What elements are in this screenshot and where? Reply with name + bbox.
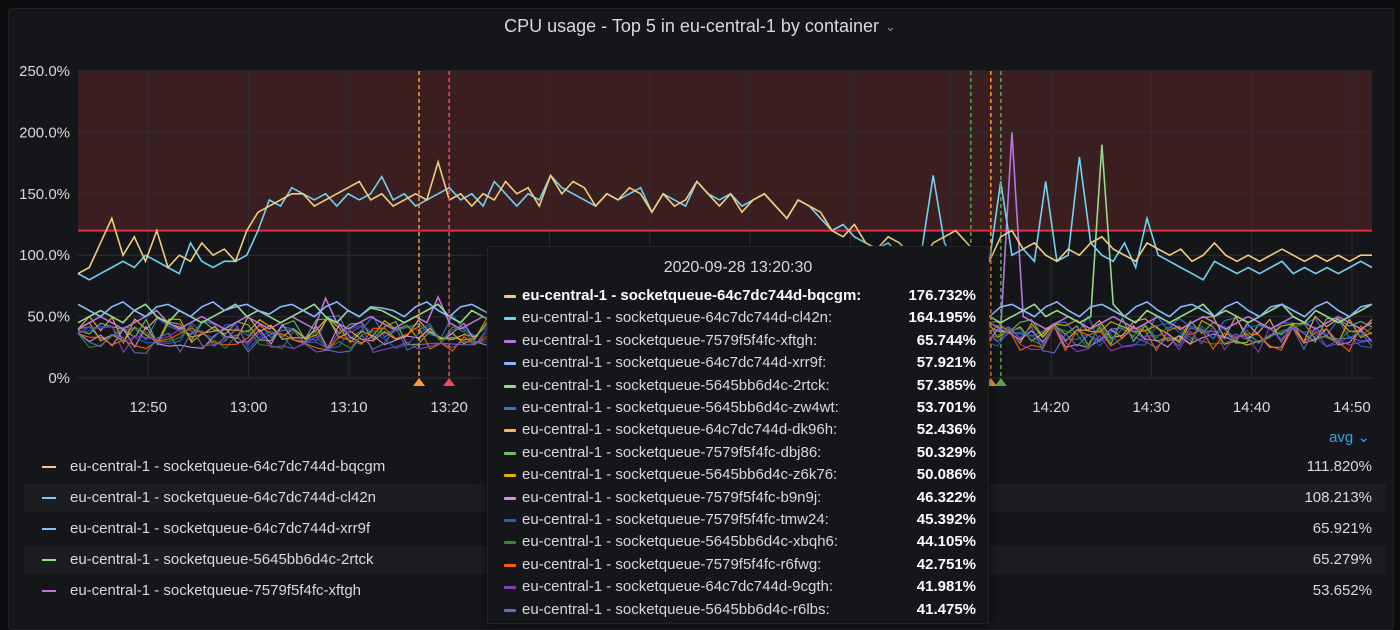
tooltip-swatch [504,519,516,522]
tooltip-series-value: 65.744% [916,331,976,349]
hover-tooltip: 2020-09-28 13:20:30 eu-central-1 - socke… [487,246,989,624]
legend-avg-value: 65.279% [1312,551,1372,568]
tooltip-swatch [504,407,516,410]
tooltip-swatch [504,586,516,590]
tooltip-series-name: eu-central-1 - socketqueue-7579f5f4fc-xf… [522,331,818,349]
tooltip-series-name: eu-central-1 - socketqueue-7579f5f4fc-tm… [522,511,829,528]
tooltip-row: eu-central-1 - socketqueue-7579f5f4fc-db… [502,442,976,464]
annotation-marker [443,378,456,386]
tooltip-row: eu-central-1 - socketqueue-64c7dc744d-dk… [502,419,976,441]
tooltip-series-name: eu-central-1 - socketqueue-7579f5f4fc-b9… [522,488,822,506]
x-tick-label: 14:20 [1032,399,1070,416]
tooltip-series-name: eu-central-1 - socketqueue-5645bb6d4c-xb… [522,533,839,551]
tooltip-series-name: eu-central-1 - socketqueue-7579f5f4fc-r6… [522,555,822,573]
tooltip-series-value: 50.086% [916,466,976,484]
legend-avg-value: 111.820% [1306,458,1372,475]
tooltip-series-name: eu-central-1 - socketqueue-64c7dc744d-xr… [522,354,827,372]
tooltip-row: eu-central-1 - socketqueue-5645bb6d4c-z6… [502,464,976,486]
legend-swatch [42,559,56,561]
tooltip-swatch [504,608,516,612]
tooltip-row: eu-central-1 - socketqueue-64c7dc744d-9c… [502,576,976,598]
tooltip-row: eu-central-1 - socketqueue-7579f5f4fc-xf… [502,330,976,352]
legend-sort-avg[interactable]: avg ⌄ [1329,428,1370,446]
legend-swatch [42,590,56,592]
tooltip-swatch [504,474,516,478]
x-tick-label: 12:50 [129,399,167,416]
y-tick-label: 50.0% [27,309,70,326]
x-tick-label: 14:50 [1333,399,1371,416]
tooltip-row: eu-central-1 - socketqueue-5645bb6d4c-zw… [502,397,976,419]
annotation-marker [413,378,426,386]
tooltip-series-value: 176.732% [908,287,976,304]
tooltip-swatch [504,429,516,433]
y-tick-label: 200.0% [19,124,70,141]
legend-swatch [42,466,56,468]
tooltip-row: eu-central-1 - socketqueue-7579f5f4fc-b9… [502,487,976,509]
legend-avg-value: 65.921% [1312,520,1372,537]
tooltip-row: eu-central-1 - socketqueue-7579f5f4fc-tm… [502,509,976,531]
tooltip-row: eu-central-1 - socketqueue-64c7dc744d-xr… [502,352,976,374]
tooltip-swatch [504,384,516,388]
tooltip-series-value: 57.921% [916,354,976,372]
legend-sort-label: avg [1329,429,1354,446]
annotation-marker [994,378,1007,386]
x-tick-label: 14:30 [1133,399,1171,416]
tooltip-row: eu-central-1 - socketqueue-5645bb6d4c-2r… [502,375,976,397]
tooltip-series-value: 45.392% [916,511,976,528]
tooltip-series-value: 57.385% [916,376,976,394]
tooltip-swatch [504,339,516,343]
tooltip-series-value: 164.195% [908,309,976,327]
tooltip-swatch [504,563,516,567]
tooltip-series-value: 46.322% [916,488,976,506]
tooltip-swatch [504,362,516,366]
threshold-region [78,71,1372,231]
x-tick-label: 13:10 [330,399,368,416]
tooltip-swatch [504,451,516,455]
tooltip-series-name: eu-central-1 - socketqueue-7579f5f4fc-db… [522,443,822,461]
legend-series-name: eu-central-1 - socketqueue-64c7dc744d-xr… [70,520,371,537]
y-tick-label: 250.0% [19,63,70,80]
tooltip-series-name: eu-central-1 - socketqueue-5645bb6d4c-r6… [522,600,830,618]
tooltip-series-value: 52.436% [916,421,976,439]
tooltip-series-value: 44.105% [916,533,976,551]
tooltip-swatch [504,295,516,298]
tooltip-series-name: eu-central-1 - socketqueue-5645bb6d4c-2r… [522,376,830,394]
y-tick-label: 150.0% [19,186,70,203]
legend-swatch [42,528,56,530]
x-tick-label: 14:40 [1233,399,1271,416]
legend-series-name: eu-central-1 - socketqueue-64c7dc744d-bq… [70,458,386,475]
tooltip-series-name: eu-central-1 - socketqueue-64c7dc744d-cl… [522,309,833,327]
tooltip-series-value: 41.475% [916,600,976,618]
tooltip-series-name: eu-central-1 - socketqueue-5645bb6d4c-zw… [522,399,839,416]
tooltip-row: eu-central-1 - socketqueue-64c7dc744d-bq… [502,285,976,307]
tooltip-series-value: 53.701% [916,399,976,416]
tooltip-series-value: 50.329% [916,443,976,461]
tooltip-series-value: 42.751% [916,555,976,573]
tooltip-series-name: eu-central-1 - socketqueue-64c7dc744d-bq… [522,287,862,304]
chevron-down-icon: ⌄ [1357,429,1370,446]
legend-series-name: eu-central-1 - socketqueue-64c7dc744d-cl… [70,489,377,506]
tooltip-swatch [504,496,516,500]
tooltip-series-name: eu-central-1 - socketqueue-64c7dc744d-9c… [522,578,834,596]
legend-swatch [42,497,56,499]
tooltip-row: eu-central-1 - socketqueue-5645bb6d4c-r6… [502,599,976,621]
legend-series-name: eu-central-1 - socketqueue-7579f5f4fc-xf… [70,582,361,599]
tooltip-row: eu-central-1 - socketqueue-7579f5f4fc-r6… [502,554,976,576]
tooltip-swatch [504,317,516,321]
y-tick-label: 100.0% [19,247,70,264]
y-tick-label: 0% [48,370,70,387]
tooltip-swatch [504,541,516,545]
tooltip-row: eu-central-1 - socketqueue-5645bb6d4c-xb… [502,531,976,553]
tooltip-row: eu-central-1 - socketqueue-64c7dc744d-cl… [502,307,976,329]
tooltip-series-value: 41.981% [916,578,976,596]
legend-series-name: eu-central-1 - socketqueue-5645bb6d4c-2r… [70,551,374,568]
tooltip-series-name: eu-central-1 - socketqueue-5645bb6d4c-z6… [522,466,838,484]
tooltip-timestamp: 2020-09-28 13:20:30 [663,259,813,276]
x-tick-label: 13:20 [430,399,468,416]
x-tick-label: 13:00 [230,399,268,416]
legend-avg-value: 108.213% [1304,489,1372,506]
legend-avg-value: 53.652% [1312,582,1372,599]
tooltip-series-name: eu-central-1 - socketqueue-64c7dc744d-dk… [522,421,838,439]
